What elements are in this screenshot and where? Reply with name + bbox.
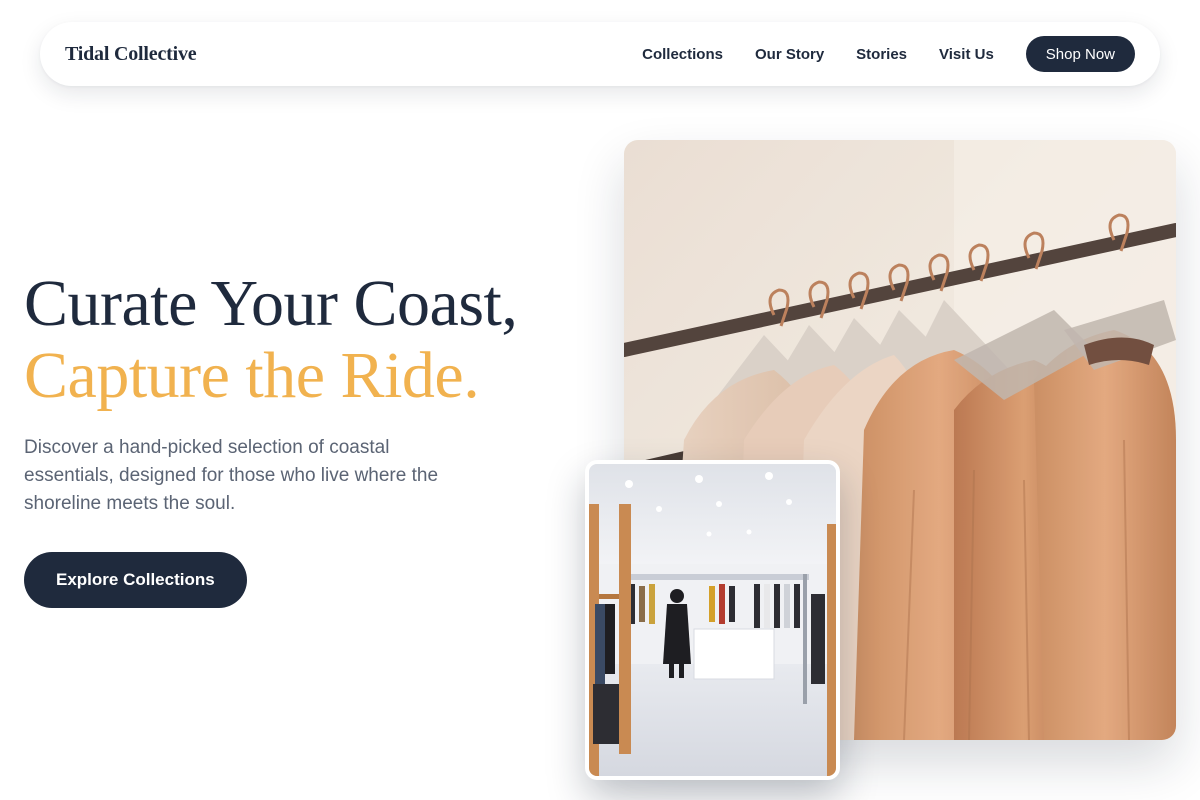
hero-headline: Curate Your Coast, Capture the Ride. [24,268,604,412]
top-nav: Tidal Collective Collections Our Story S… [40,22,1160,86]
hero-section: Curate Your Coast, Capture the Ride. Dis… [24,268,604,608]
headline-line-2: Capture the Ride. [24,339,480,412]
nav-link-stories[interactable]: Stories [856,46,907,63]
store-interior-photo [585,460,840,780]
hero-subcopy: Discover a hand-picked selection of coas… [24,437,439,514]
nav-link-visit-us[interactable]: Visit Us [939,46,994,63]
explore-collections-button[interactable]: Explore Collections [24,552,247,608]
brand-logo[interactable]: Tidal Collective [65,43,197,66]
shop-now-button[interactable]: Shop Now [1025,36,1135,72]
nav-links: Collections Our Story Stories Visit Us S… [642,36,1135,72]
headline-line-1: Curate Your Coast, [24,267,518,340]
nav-link-collections[interactable]: Collections [642,46,723,63]
nav-link-our-story[interactable]: Our Story [755,46,824,63]
